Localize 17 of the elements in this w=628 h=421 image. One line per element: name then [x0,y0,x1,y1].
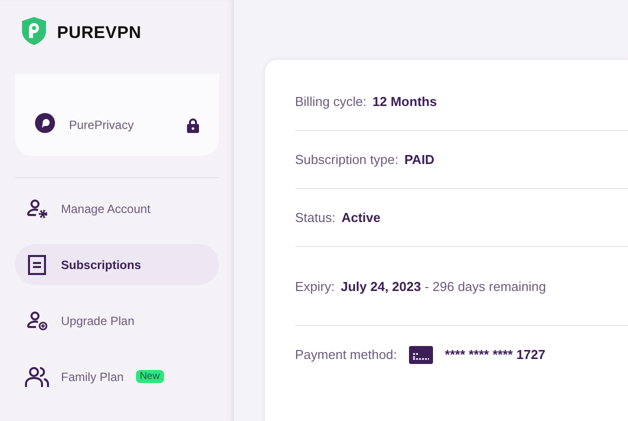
menu-item[interactable]: Subscriptions [15,244,219,285]
menu-item[interactable]: Family Plan New [15,356,219,397]
field-label: Expiry: [295,278,335,294]
new-badge: New [136,370,164,383]
field-label: Subscription type: [295,152,398,167]
addon-label[interactable]: PurePrivacy [69,118,173,132]
field-label: Status: [295,210,336,225]
field-value: **** **** **** 1727 [444,347,546,362]
field-value: Active [341,210,380,225]
field-label: Billing cycle: [295,94,367,109]
menu-item[interactable]: Manage Account [15,188,219,229]
brand-name: PUREVPN [57,23,142,43]
menu-item[interactable]: Upgrade Plan [15,300,219,341]
field-label: Payment method: [295,347,397,362]
field-value: 12 Months [372,94,437,109]
field-value: July 24, 2023 - 296 days remaining [340,278,546,294]
field-value: PAID [404,152,434,167]
